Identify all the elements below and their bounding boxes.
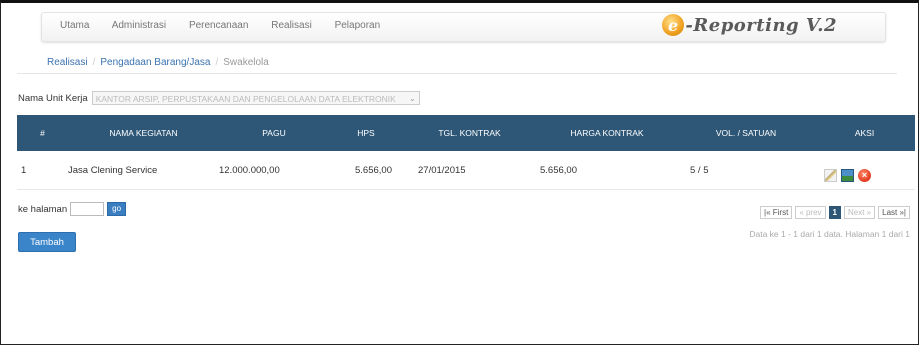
unit-kerja-label: Nama Unit Kerja [18, 92, 88, 104]
col-aksi: AKSI [814, 115, 915, 151]
pager-next-button[interactable]: Next » [844, 206, 876, 219]
unit-kerja-select[interactable]: KANTOR ARSIP, PERPUSTAKAAN DAN PENGELOLA… [91, 91, 420, 105]
table-row: 1 Jasa Clening Service 12.000.000,00 5.6… [17, 151, 915, 190]
table-header-row: # NAMA KEGIATAN PAGU HPS TGL. KONTRAK HA… [17, 115, 915, 151]
menu-pelaporan[interactable]: Pelaporan [335, 20, 381, 31]
pagination-info: Data ke 1 - 1 dari 1 data. Halaman 1 dar… [749, 229, 910, 239]
cell-nama-kegiatan: Jasa Clening Service [68, 151, 219, 190]
col-harga-kontrak: HARGA KONTRAK [536, 115, 678, 151]
goto-label: ke halaman [18, 203, 68, 215]
col-hps: HPS [329, 115, 403, 151]
edit-icon[interactable] [824, 168, 837, 182]
cell-aksi: × [814, 151, 915, 190]
goto-page: ke halaman go [18, 202, 127, 216]
col-nama-kegiatan: NAMA KEGIATAN [68, 115, 219, 151]
cell-hps: 5.656,00 [329, 151, 403, 190]
unit-kerja-value: KANTOR ARSIP, PERPUSTAKAAN DAN PENGELOLA… [95, 94, 396, 104]
top-navbar: Utama Administrasi Perencanaan Realisasi… [41, 12, 886, 42]
col-vol-satuan: VOL. / SATUAN [678, 115, 814, 151]
breadcrumb-pengadaan[interactable]: Pengadaan Barang/Jasa [100, 57, 210, 68]
delete-icon[interactable]: × [858, 168, 871, 182]
pager-current-page[interactable]: 1 [828, 206, 841, 219]
pager-prev-button[interactable]: « prev [795, 206, 826, 219]
chevron-down-icon: ⌄ [409, 94, 416, 103]
main-menu: Utama Administrasi Perencanaan Realisasi… [60, 20, 400, 31]
col-pagu: PAGU [219, 115, 329, 151]
cell-vol-satuan: 5 / 5 [678, 151, 814, 190]
page-number-input[interactable] [70, 202, 105, 216]
logo-e-icon: e [662, 14, 685, 36]
menu-perencanaan[interactable]: Perencanaan [189, 20, 249, 31]
breadcrumb: Realisasi / Pengadaan Barang/Jasa / Swakelol… [47, 57, 269, 68]
menu-administrasi[interactable]: Administrasi [112, 20, 166, 31]
cell-number: 1 [17, 151, 68, 190]
cell-harga-kontrak: 5.656,00 [536, 151, 678, 190]
breadcrumb-realisasi[interactable]: Realisasi [47, 57, 88, 68]
image-icon[interactable] [841, 168, 854, 182]
pager-first-button[interactable]: |« First [760, 206, 793, 219]
menu-realisasi[interactable]: Realisasi [271, 20, 312, 31]
breadcrumb-swakelola: Swakelola [223, 57, 269, 68]
app-frame: Utama Administrasi Perencanaan Realisasi… [0, 0, 919, 345]
unit-kerja-row: Nama Unit Kerja KANTOR ARSIP, PERPUSTAKA… [18, 91, 420, 105]
cell-tgl-kontrak: 27/01/2015 [403, 151, 536, 190]
tambah-button[interactable]: Tambah [18, 232, 76, 252]
app-logo: e -Reporting V.2 [662, 14, 837, 36]
divider [17, 73, 897, 74]
col-number: # [17, 115, 68, 151]
col-tgl-kontrak: TGL. KONTRAK [403, 115, 536, 151]
menu-utama[interactable]: Utama [60, 20, 89, 31]
go-button[interactable]: go [107, 202, 127, 216]
pager-last-button[interactable]: Last »| [878, 206, 910, 219]
cell-pagu: 12.000.000,00 [219, 151, 329, 190]
pagination: |« First « prev 1 Next » Last »| [760, 206, 910, 219]
kegiatan-table: # NAMA KEGIATAN PAGU HPS TGL. KONTRAK HA… [17, 115, 915, 190]
logo-text: -Reporting V.2 [685, 14, 837, 36]
